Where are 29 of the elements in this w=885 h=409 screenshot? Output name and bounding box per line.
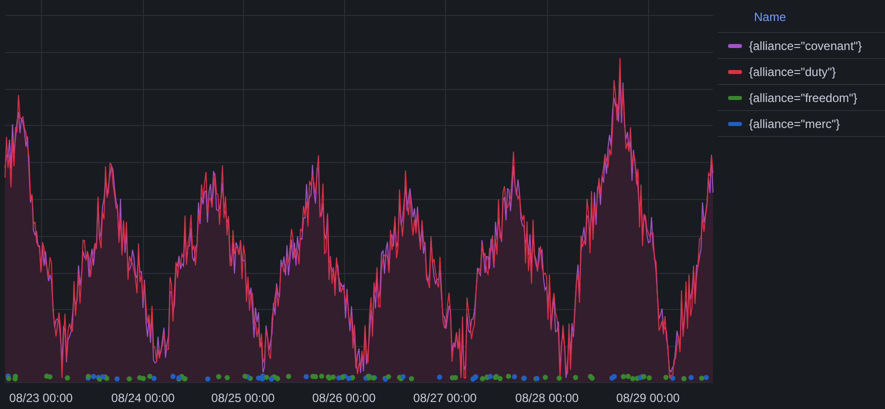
data-point (681, 376, 686, 382)
axis-label: 08/28 00:00 (515, 391, 579, 405)
axis-label: 08/23 00:00 (9, 391, 73, 405)
data-point (64, 375, 70, 380)
axis-label: 08/24 00:00 (111, 391, 175, 405)
data-point (437, 374, 442, 380)
data-point (216, 374, 222, 380)
axis-label: 08/29 00:00 (616, 391, 680, 405)
data-point (522, 376, 527, 381)
data-point (286, 374, 292, 379)
axis-label: 08/25 00:00 (211, 391, 275, 405)
legend-label[interactable]: {alliance="covenant"} (749, 36, 862, 54)
data-point (573, 374, 578, 380)
data-point (205, 376, 210, 382)
data-point (670, 376, 676, 381)
data-point (688, 374, 694, 380)
axis-label: 08/26 00:00 (312, 391, 376, 405)
legend-label[interactable]: {alliance="freedom"} (749, 88, 858, 106)
legend-label[interactable]: {alliance="duty"} (749, 62, 836, 80)
column-header[interactable]: Name (718, 0, 885, 33)
legend-label[interactable]: {alliance="merc"} (749, 114, 840, 132)
axis-label: 08/27 00:00 (413, 391, 477, 405)
data-point (663, 374, 668, 380)
data-point (556, 376, 562, 381)
data-point (114, 376, 120, 382)
data-point (126, 376, 132, 382)
data-point (542, 374, 548, 380)
data-point (224, 375, 230, 380)
data-point (408, 376, 414, 382)
